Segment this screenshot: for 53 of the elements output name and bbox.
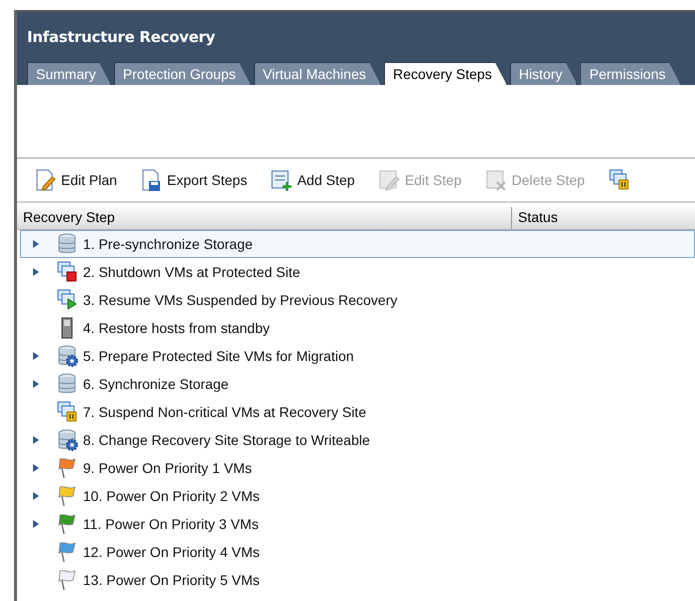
export-steps-button[interactable]: Export Steps [139,168,248,192]
tree-row[interactable]: 11. Power On Priority 3 VMs [20,510,695,538]
tree-row[interactable]: 6. Synchronize Storage [20,370,695,398]
tree-row[interactable]: 8. Change Recovery Site Storage to Writeable [20,426,695,454]
expand-arrow-icon[interactable] [31,435,41,445]
tree-row[interactable]: 7. Suspend Non-critical VMs at Recovery Site [20,398,695,426]
tab[interactable]: Protection Groups [114,62,251,85]
tree-row[interactable]: 2. Shutdown VMs at Protected Site [20,258,695,286]
step-label: 13. Power On Priority 5 VMs [83,572,260,588]
tab[interactable]: Virtual Machines [254,62,381,85]
tree-row[interactable]: 1. Pre-synchronize Storage [20,230,695,258]
window-title: Infastructure Recovery [27,28,216,46]
tree-row[interactable]: 13. Power On Priority 5 VMs [20,566,695,594]
tab[interactable]: Permissions [580,62,681,85]
tree-row[interactable]: 10. Power On Priority 2 VMs [20,482,695,510]
step-label: 2. Shutdown VMs at Protected Site [83,264,300,280]
column-header[interactable]: Status [512,207,695,229]
column-header[interactable]: Recovery Step [17,207,512,229]
step-label: 3. Resume VMs Suspended by Previous Recovery [83,292,398,308]
tree-row[interactable]: 4. Restore hosts from standby [20,314,695,342]
pencil-document-icon [376,168,401,192]
step-label: 7. Suspend Non-critical VMs at Recovery Site [83,404,366,420]
tab[interactable]: Summary [27,62,111,85]
delete-document-icon [484,168,508,192]
step-label: 5. Prepare Protected Site VMs for Migration [83,348,354,364]
tree-row[interactable]: 9. Power On Priority 1 VMs [20,454,695,482]
step-label: 12. Power On Priority 4 VMs [83,544,260,560]
expand-arrow-icon[interactable] [31,379,41,389]
windows-pause-icon[interactable] [606,168,631,192]
step-label: 8. Change Recovery Site Storage to Writeable [83,432,370,448]
tree-row[interactable]: 3. Resume VMs Suspended by Previous Recovery [20,286,695,314]
step-label: 9. Power On Priority 1 VMs [83,460,252,476]
windows-play-icon [55,288,79,312]
step-label: 4. Restore hosts from standby [83,320,270,336]
step-label: 6. Synchronize Storage [83,376,229,392]
expand-arrow-icon[interactable] [31,463,41,473]
windows-stop-icon [55,260,79,284]
expand-arrow-icon[interactable] [31,267,41,277]
expand-arrow-icon[interactable] [31,519,41,529]
step-label: 10. Power On Priority 2 VMs [83,488,260,504]
expand-arrow-icon[interactable] [31,491,41,501]
add-step-button[interactable]: Add Step [269,168,355,192]
edit-plan-button[interactable]: Edit Plan [33,168,118,192]
add-document-icon [269,168,294,192]
step-label: 1. Pre-synchronize Storage [83,236,253,252]
windows-pause-icon [55,400,79,424]
expand-arrow-icon[interactable] [31,239,41,249]
tab[interactable]: Recovery Steps [384,62,507,85]
tree-row[interactable]: 12. Power On Priority 4 VMs [20,538,695,566]
step-label: 11. Power On Priority 3 VMs [83,516,259,532]
expand-arrow-icon[interactable] [31,351,41,361]
tree-row[interactable]: 5. Prepare Protected Site VMs for Migration [20,342,695,370]
tab[interactable]: History [510,62,578,85]
